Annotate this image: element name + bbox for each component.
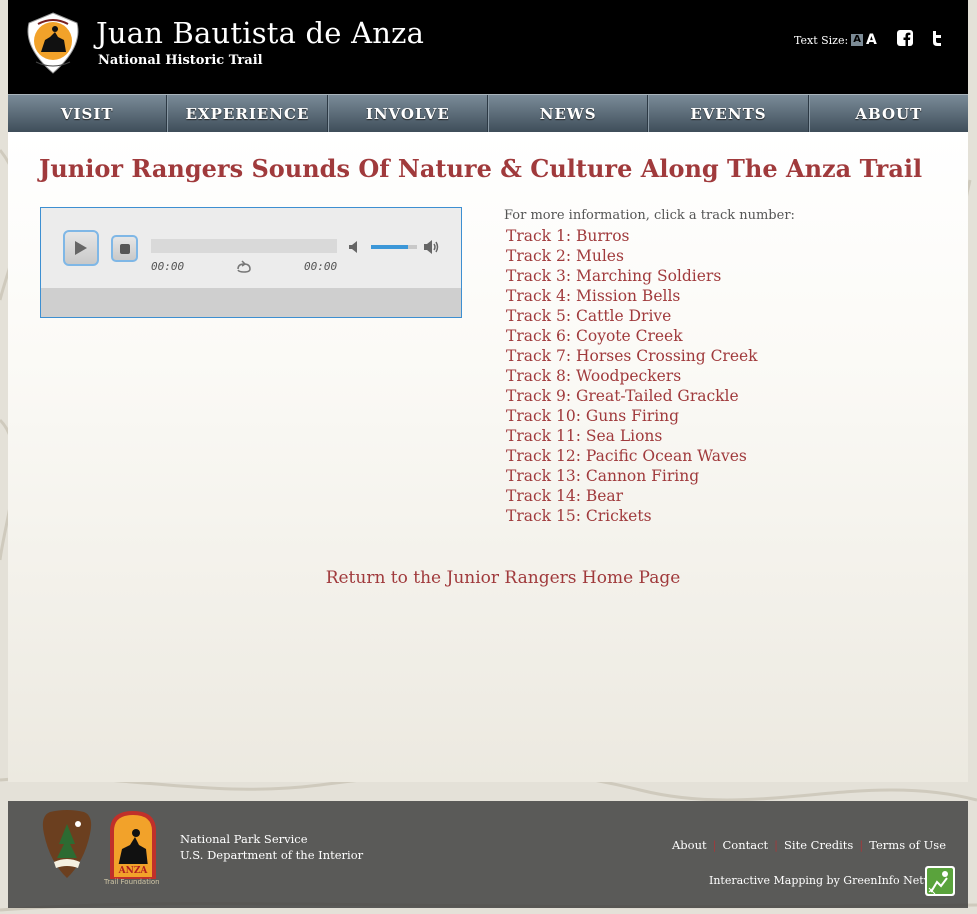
agency-info: National Park Service U.S. Department of… (180, 831, 363, 863)
page-title: Junior Rangers Sounds Of Nature & Cultur… (39, 154, 923, 183)
track-link[interactable]: Track 1: Burros (504, 226, 795, 246)
track-link[interactable]: Track 4: Mission Bells (504, 286, 795, 306)
footer-links: About | Contact | Site Credits | Terms o… (671, 838, 946, 852)
greeninfo-network-icon[interactable] (925, 866, 955, 896)
play-button[interactable] (63, 230, 99, 266)
track-list: For more information, click a track numb… (504, 208, 795, 526)
site-subtitle: National Historic Trail (98, 53, 263, 68)
track-link[interactable]: Track 8: Woodpeckers (504, 366, 795, 386)
svg-text:ANZA: ANZA (118, 866, 149, 876)
site-title[interactable]: Juan Bautista de Anza (96, 16, 424, 50)
track-link[interactable]: Track 5: Cattle Drive (504, 306, 795, 326)
nav-experience[interactable]: EXPERIENCE (167, 95, 328, 132)
footer-link-site-credits[interactable]: Site Credits (784, 838, 853, 852)
text-size-large-button[interactable]: A (866, 32, 877, 48)
agency-line-nps: National Park Service (180, 832, 308, 846)
twitter-icon[interactable] (929, 30, 945, 46)
tracks-intro: For more information, click a track numb… (504, 208, 795, 223)
track-link[interactable]: Track 2: Mules (504, 246, 795, 266)
nav-involve[interactable]: INVOLVE (327, 95, 488, 132)
max-volume-icon[interactable] (423, 239, 441, 255)
volume-level (371, 245, 408, 249)
footer-link-about[interactable]: About (672, 838, 707, 852)
audio-player: 00:00 00:00 (40, 207, 462, 318)
track-link[interactable]: Track 11: Sea Lions (504, 426, 795, 446)
track-link[interactable]: Track 9: Great-Tailed Grackle (504, 386, 795, 406)
track-link[interactable]: Track 6: Coyote Creek (504, 326, 795, 346)
current-time: 00:00 (151, 260, 185, 273)
mute-icon[interactable] (348, 240, 362, 254)
footer-link-contact[interactable]: Contact (722, 838, 768, 852)
main-nav: VISIT EXPERIENCE INVOLVE NEWS EVENTS ABO… (8, 94, 968, 132)
nav-about[interactable]: ABOUT (808, 95, 968, 132)
nps-arrowhead-logo[interactable] (40, 810, 94, 878)
repeat-icon[interactable] (234, 260, 254, 274)
duration-time: 00:00 (304, 260, 338, 273)
footer-link-terms[interactable]: Terms of Use (869, 838, 946, 852)
stop-button[interactable] (111, 235, 138, 262)
nav-events[interactable]: EVENTS (648, 95, 809, 132)
agency-line-doi: U.S. Department of the Interior (180, 848, 364, 862)
track-link[interactable]: Track 13: Cannon Firing (504, 466, 795, 486)
seek-bar[interactable] (151, 239, 337, 253)
greeninfo-credit[interactable]: Interactive Mapping by GreenInfo Network (709, 874, 952, 887)
track-link[interactable]: Track 14: Bear (504, 486, 795, 506)
return-home-link[interactable]: Return to the Junior Rangers Home Page (8, 568, 968, 588)
site-header: Juan Bautista de Anza National Historic … (8, 0, 968, 94)
facebook-icon[interactable] (897, 30, 913, 46)
track-link[interactable]: Track 12: Pacific Ocean Waves (504, 446, 795, 466)
play-icon (75, 241, 87, 255)
anza-trail-foundation-logo[interactable]: ANZA (108, 809, 158, 879)
nav-visit[interactable]: VISIT (8, 95, 168, 132)
volume-slider[interactable] (371, 245, 417, 249)
text-size-small-button[interactable]: A (851, 34, 863, 46)
site-footer: ANZA Trail Foundation National Park Serv… (8, 801, 968, 908)
text-size-control: Text Size: A A (794, 32, 877, 48)
track-link[interactable]: Track 10: Guns Firing (504, 406, 795, 426)
track-link[interactable]: Track 7: Horses Crossing Creek (504, 346, 795, 366)
track-link[interactable]: Track 15: Crickets (504, 506, 795, 526)
main-content: Junior Rangers Sounds Of Nature & Cultur… (8, 132, 968, 782)
track-link[interactable]: Track 3: Marching Soldiers (504, 266, 795, 286)
nav-news[interactable]: NEWS (487, 95, 649, 132)
player-footer-bar (41, 288, 461, 317)
stop-icon (119, 243, 130, 254)
text-size-label: Text Size: (794, 33, 849, 47)
anza-trail-logo[interactable] (22, 12, 84, 74)
anza-foundation-caption: Trail Foundation (104, 878, 160, 886)
